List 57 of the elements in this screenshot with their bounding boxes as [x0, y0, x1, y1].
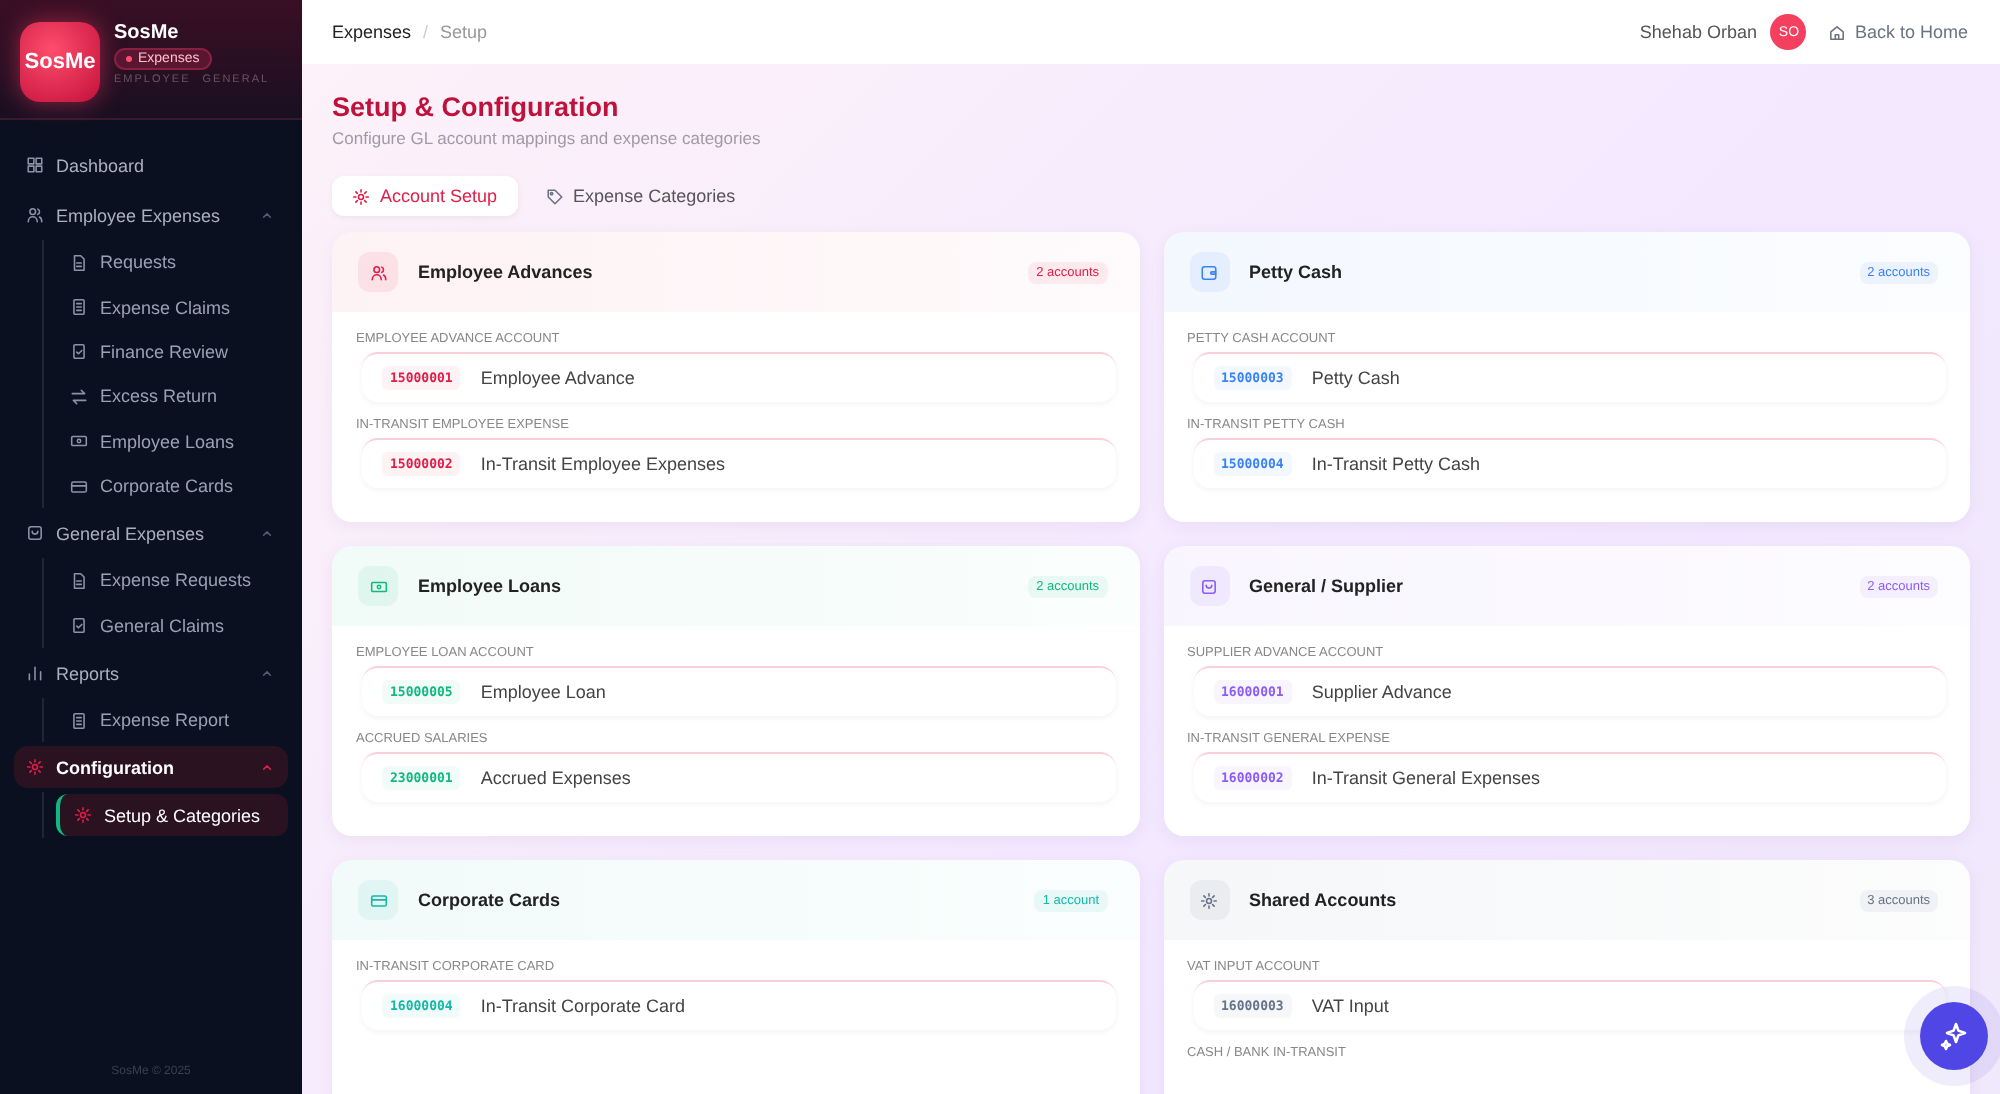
category-icon	[369, 263, 387, 281]
card-title: Employee Advances	[418, 262, 595, 282]
nav-icon	[70, 571, 88, 590]
page-subtitle: Configure GL account mappings and expense categories	[332, 128, 763, 148]
nav-subitem[interactable]: Finance Review	[56, 330, 288, 373]
brand-name: SosMe	[114, 22, 179, 44]
home-icon	[1828, 23, 1847, 41]
nav-icon	[70, 616, 88, 635]
card-title: Petty Cash	[1249, 262, 1345, 282]
nav-subitem[interactable]: Expense Requests	[56, 559, 288, 602]
page-title: Setup & Configuration	[332, 92, 621, 122]
nav-item[interactable]: Reports	[14, 652, 288, 694]
gear-icon	[352, 187, 370, 205]
nav-icon	[70, 342, 88, 361]
tab[interactable]: Account Setup	[332, 176, 518, 216]
nav-subitem[interactable]: Expense Claims	[56, 286, 288, 329]
nav-item[interactable]: Configuration	[14, 746, 288, 789]
breadcrumb-separator: /	[423, 22, 429, 42]
nav-icon	[26, 664, 44, 682]
card-title: Corporate Cards	[418, 890, 563, 910]
nav-icon	[70, 432, 88, 451]
nav-icon	[74, 806, 92, 825]
nav-item[interactable]: General Expenses	[14, 512, 288, 555]
category-icon	[369, 577, 387, 595]
breadcrumb-item[interactable]: Expenses	[332, 22, 412, 42]
nav-icon	[26, 206, 44, 224]
nav-subitem[interactable]: Corporate Cards	[56, 465, 288, 508]
nav-icon	[70, 387, 88, 406]
nav-item[interactable]: Dashboard	[14, 144, 288, 186]
sparkle-icon	[1938, 1020, 1970, 1052]
nav-item[interactable]: Employee Expenses	[14, 194, 288, 236]
nav-icon	[70, 253, 88, 272]
nav-icon	[26, 156, 44, 174]
category-icon	[1200, 263, 1218, 281]
card-title: General / Supplier	[1249, 576, 1406, 596]
card-title: Employee Loans	[418, 576, 564, 596]
nav-subitem[interactable]: Expense Report	[56, 699, 288, 742]
nav-icon	[70, 477, 88, 496]
nav-icon	[26, 524, 44, 543]
back-home-link[interactable]: Back to Home	[1828, 22, 1968, 42]
breadcrumb-item: Setup	[440, 22, 488, 42]
nav-icon	[70, 298, 88, 317]
tab[interactable]: Expense Categories	[525, 176, 756, 216]
nav-icon	[26, 758, 44, 777]
category-icon	[1200, 577, 1218, 595]
card-title: Shared Accounts	[1249, 890, 1399, 910]
nav-subitem[interactable]: General Claims	[56, 604, 288, 647]
category-icon	[369, 891, 387, 909]
nav-subitem[interactable]: Employee Loans	[56, 420, 288, 463]
category-icon	[1200, 891, 1218, 909]
nav-subitem[interactable]: Requests	[56, 241, 288, 284]
tag-icon	[545, 187, 564, 205]
nav-subitem[interactable]: Setup & Categories	[56, 794, 288, 837]
app-logo: SosMe	[20, 22, 100, 102]
nav-subitem[interactable]: Excess Return	[56, 375, 288, 418]
nav-icon	[70, 711, 88, 730]
user-name: Shehab Orban	[1639, 22, 1757, 42]
